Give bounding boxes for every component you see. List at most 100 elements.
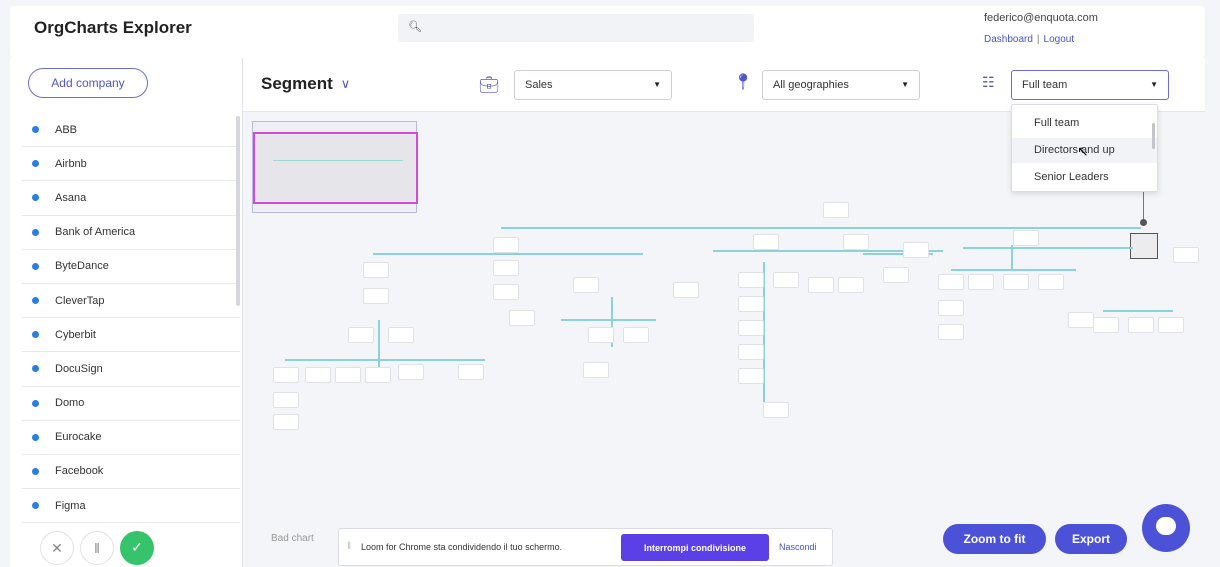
company-item-asana[interactable]: Asana (22, 181, 240, 216)
org-node[interactable] (273, 392, 299, 408)
bad-chart-label[interactable]: Bad chart (271, 533, 314, 544)
briefcase-icon: 💼︎ (479, 77, 500, 94)
hide-link[interactable]: Nascondi (779, 542, 817, 552)
org-node[interactable] (335, 367, 361, 383)
org-node[interactable] (738, 272, 764, 288)
org-node[interactable] (493, 284, 519, 300)
company-item-abb[interactable]: ABB (22, 113, 240, 148)
org-node[interactable] (493, 260, 519, 276)
segment-selector[interactable]: Segment ∨ (261, 74, 350, 94)
org-node[interactable] (763, 402, 789, 418)
selected-org-node[interactable] (1130, 233, 1158, 259)
org-node[interactable] (968, 274, 994, 290)
org-node[interactable] (843, 234, 869, 250)
org-node[interactable] (738, 344, 764, 360)
drag-handle-icon[interactable]: ‖ (347, 541, 351, 552)
app-header: OrgCharts Explorer 🔍︎ federico@enquota.c… (10, 6, 1205, 58)
user-links: Dashboard | Logout (984, 34, 1074, 45)
company-item-eurocake[interactable]: Eurocake (22, 421, 240, 455)
org-node[interactable] (673, 282, 699, 298)
org-node[interactable] (823, 202, 849, 218)
org-node[interactable] (363, 288, 389, 304)
dropdown-option-senior-leaders[interactable]: Senior Leaders (1012, 165, 1157, 190)
org-node[interactable] (273, 414, 299, 430)
org-node[interactable] (1013, 230, 1039, 246)
org-node[interactable] (738, 296, 764, 312)
org-node[interactable] (808, 277, 834, 293)
org-node[interactable] (588, 327, 614, 343)
export-button[interactable]: Export (1055, 524, 1127, 554)
add-company-button[interactable]: Add company (28, 68, 148, 98)
org-node[interactable] (1173, 247, 1199, 263)
department-select[interactable]: Sales ▼ (514, 70, 672, 100)
org-node[interactable] (773, 272, 799, 288)
org-node[interactable] (1128, 317, 1154, 333)
org-connector (378, 320, 380, 370)
org-node[interactable] (305, 367, 331, 383)
org-node[interactable] (1038, 274, 1064, 290)
company-label: Airbnb (55, 157, 87, 170)
zoom-to-fit-button[interactable]: Zoom to fit (943, 524, 1046, 554)
stop-sharing-button[interactable]: Interrompi condivisione (621, 534, 769, 561)
org-node[interactable] (753, 234, 779, 250)
check-icon[interactable]: ✓ (120, 531, 154, 565)
org-node[interactable] (838, 277, 864, 293)
dropdown-option-full-team[interactable]: Full team (1012, 111, 1157, 136)
close-icon[interactable]: ✕ (40, 531, 74, 565)
org-node[interactable] (738, 320, 764, 336)
org-node[interactable] (365, 367, 391, 383)
org-node[interactable] (938, 300, 964, 316)
org-node[interactable] (938, 324, 964, 340)
org-node[interactable] (1093, 317, 1119, 333)
chat-button[interactable] (1142, 504, 1190, 552)
org-node[interactable] (938, 274, 964, 290)
loom-message: Loom for Chrome sta condividendo il tuo … (361, 542, 563, 552)
company-item-clevertap[interactable]: CleverTap (22, 284, 240, 319)
org-node[interactable] (388, 327, 414, 343)
minimap-viewport[interactable] (253, 132, 418, 204)
company-item-facebook[interactable]: Facebook (22, 455, 240, 490)
org-node[interactable] (1068, 312, 1094, 328)
caret-down-icon: ▼ (1150, 80, 1158, 89)
org-connector (285, 359, 485, 361)
company-item-bytedance[interactable]: ByteDance (22, 250, 240, 284)
geography-select[interactable]: All geographies ▼ (762, 70, 920, 100)
dropdown-scrollbar[interactable] (1152, 123, 1155, 149)
org-node[interactable] (623, 327, 649, 343)
company-item-domo[interactable]: Domo (22, 387, 240, 421)
pause-icon[interactable]: ‖ (80, 531, 114, 565)
org-node[interactable] (1003, 274, 1029, 290)
org-node[interactable] (738, 368, 764, 384)
org-node[interactable] (1158, 317, 1184, 333)
company-item-cyberbit[interactable]: Cyberbit (22, 318, 240, 353)
org-node[interactable] (348, 327, 374, 343)
company-item-docusign[interactable]: DocuSign (22, 352, 240, 387)
org-node[interactable] (458, 364, 484, 380)
company-item-figma[interactable]: Figma (22, 489, 240, 524)
company-dot-icon (32, 399, 39, 407)
org-node[interactable] (573, 277, 599, 293)
org-node[interactable] (509, 310, 535, 326)
sidebar-scrollbar[interactable] (236, 116, 240, 306)
org-node[interactable] (273, 367, 299, 383)
search-input[interactable]: 🔍︎ (398, 14, 754, 42)
org-node[interactable] (883, 267, 909, 283)
org-node[interactable] (493, 237, 519, 253)
company-dot-icon (32, 194, 39, 202)
org-node[interactable] (583, 362, 609, 378)
dashboard-link[interactable]: Dashboard (984, 34, 1033, 45)
company-label: ByteDance (55, 260, 109, 273)
team-level-select[interactable]: Full team ▼ (1011, 70, 1169, 100)
company-item-airbnb[interactable]: Airbnb (22, 147, 240, 182)
org-connector (561, 319, 656, 321)
logout-link[interactable]: Logout (1044, 34, 1075, 45)
org-node[interactable] (903, 242, 929, 258)
company-label: Bank of America (55, 226, 136, 239)
company-label: Cyberbit (55, 328, 96, 341)
minimap[interactable] (252, 121, 418, 213)
company-item-bank-of-america[interactable]: Bank of America (22, 216, 240, 250)
chat-bubble-icon (1156, 517, 1176, 535)
org-node[interactable] (398, 364, 424, 380)
org-node[interactable] (363, 262, 389, 278)
company-label: Asana (55, 191, 87, 204)
